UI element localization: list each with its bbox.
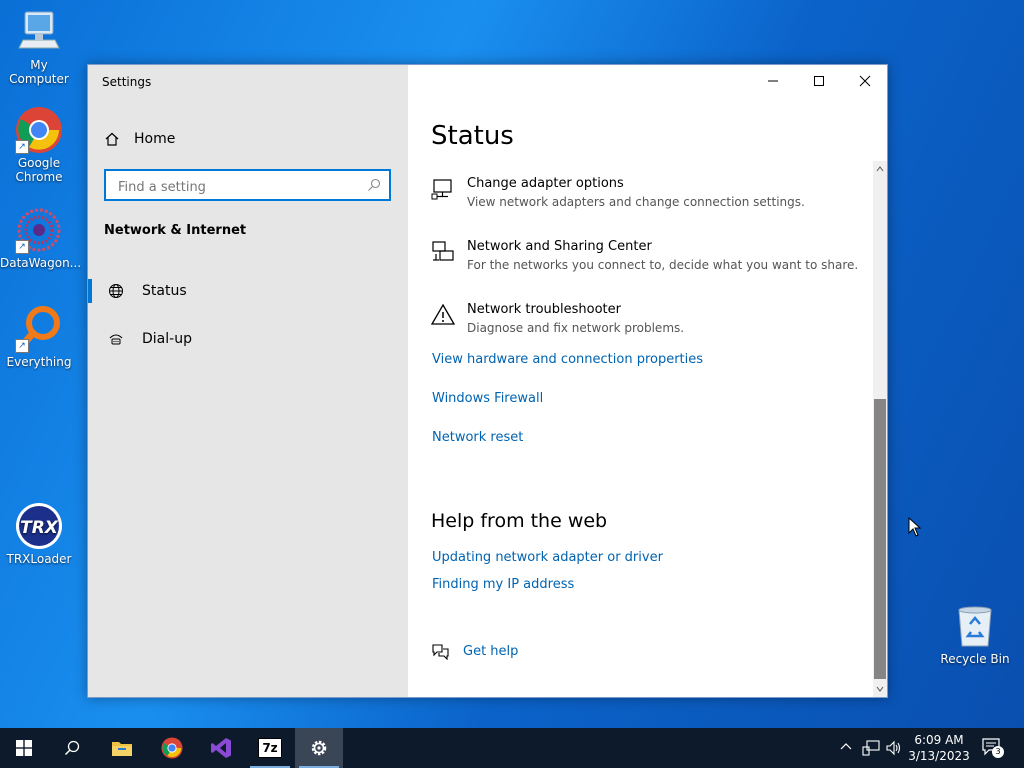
option-title: Network and Sharing Center <box>467 239 652 254</box>
volume-icon[interactable] <box>885 740 903 756</box>
page-title: Status <box>431 121 514 151</box>
option-description: Diagnose and fix network problems. <box>467 321 685 335</box>
get-help-label: Get help <box>463 643 519 659</box>
datawagon-icon: ↗ <box>15 206 63 254</box>
option-description: View network adapters and change connect… <box>467 195 805 209</box>
windows-firewall-link[interactable]: Windows Firewall <box>432 391 543 406</box>
nav-home-label: Home <box>134 131 176 147</box>
window-title: Settings <box>102 75 152 89</box>
network-reset-link[interactable]: Network reset <box>432 430 523 445</box>
chevron-down-icon <box>876 686 884 692</box>
desktop-icon-google-chrome[interactable]: ↗ Google Chrome <box>0 106 78 184</box>
globe-icon <box>109 284 123 298</box>
file-explorer-icon <box>112 742 132 756</box>
taskbar-clock[interactable]: 6:09 AM 3/13/2023 <box>904 732 974 764</box>
help-section-title: Help from the web <box>431 510 608 532</box>
desktop-icon-label: Recycle Bin <box>940 652 1010 666</box>
recycle-bin-icon <box>951 602 999 650</box>
sharing-center-icon <box>432 241 454 261</box>
desktop-icon-everything[interactable]: ↗ Everything <box>0 305 78 369</box>
chevron-up-icon <box>876 166 884 172</box>
mouse-cursor-icon <box>908 517 922 537</box>
notification-count-badge: 3 <box>992 746 1004 758</box>
nav-section-title: Network & Internet <box>104 223 247 238</box>
nav-home-button[interactable]: Home <box>104 127 394 151</box>
sidebar-item-dial-up[interactable]: Dial-up <box>88 320 408 358</box>
desktop-icon-label: Everything <box>6 355 72 369</box>
taskbar-file-explorer[interactable] <box>98 728 146 768</box>
search-box[interactable] <box>104 169 391 201</box>
computer-icon <box>15 8 63 56</box>
everything-search-icon: ↗ <box>15 305 63 353</box>
sidebar-item-status[interactable]: Status <box>88 272 408 310</box>
settings-content-pane: Status Change adapter options View netwo… <box>408 65 887 697</box>
desktop-icon-trxloader[interactable]: TRX TRXLoader <box>0 502 78 566</box>
updating-network-adapter-link[interactable]: Updating network adapter or driver <box>432 550 663 565</box>
warning-icon <box>430 303 456 325</box>
option-title: Change adapter options <box>467 176 624 191</box>
dial-up-icon <box>109 334 123 345</box>
search-input[interactable] <box>116 176 360 198</box>
chevron-up-icon[interactable] <box>839 740 853 754</box>
taskbar-7zip[interactable]: 7z <box>246 728 294 768</box>
windows-start-icon <box>16 740 32 756</box>
change-adapter-options-item[interactable]: Change adapter options View network adap… <box>431 175 861 212</box>
scrollbar-thumb[interactable] <box>874 399 886 679</box>
chrome-icon <box>161 737 183 759</box>
desktop-icon-label: My Computer <box>9 58 69 86</box>
taskbar-search-button[interactable] <box>48 728 96 768</box>
finding-ip-address-link[interactable]: Finding my IP address <box>432 577 574 592</box>
desktop-icon-datawagon[interactable]: ↗ DataWagon... <box>0 206 82 270</box>
start-button[interactable] <box>0 728 48 768</box>
action-center-button[interactable]: 3 <box>982 738 1004 758</box>
search-icon <box>368 178 381 191</box>
desktop-icon-label: DataWagon... <box>0 256 82 270</box>
get-help-icon <box>432 644 449 660</box>
clock-time: 6:09 AM <box>914 733 964 747</box>
option-title: Network troubleshooter <box>467 302 621 317</box>
settings-window: Settings Home Network & Internet <box>87 64 888 698</box>
desktop: My Computer ↗ Google Chrome ↗ DataWagon. <box>0 0 1024 728</box>
view-hardware-properties-link[interactable]: View hardware and connection properties <box>432 352 703 367</box>
settings-nav-pane: Settings Home Network & Internet <box>88 65 408 697</box>
visual-studio-icon <box>211 738 231 758</box>
get-help-link[interactable]: Get help <box>431 642 518 660</box>
network-sharing-center-item[interactable]: Network and Sharing Center For the netwo… <box>431 238 861 275</box>
chrome-icon: ↗ <box>15 106 63 154</box>
trxloader-icon: TRX <box>15 502 63 550</box>
7zip-icon: 7z <box>258 738 282 758</box>
scroll-down-button[interactable] <box>873 681 887 697</box>
network-icon[interactable] <box>862 740 880 756</box>
scroll-up-button[interactable] <box>873 161 887 177</box>
sidebar-item-label: Dial-up <box>142 331 192 347</box>
option-description: For the networks you connect to, decide … <box>467 258 859 272</box>
desktop-icon-recycle-bin[interactable]: Recycle Bin <box>936 602 1014 666</box>
clock-date: 3/13/2023 <box>908 749 970 763</box>
network-troubleshooter-item[interactable]: Network troubleshooter Diagnose and fix … <box>430 301 861 338</box>
shortcut-arrow-icon: ↗ <box>15 240 29 254</box>
taskbar: 7z 6:09 AM 3/13/2023 3 <box>0 728 1024 768</box>
sidebar-item-label: Status <box>142 283 187 299</box>
shortcut-arrow-icon: ↗ <box>15 339 29 353</box>
shortcut-arrow-icon: ↗ <box>15 140 29 154</box>
desktop-icon-my-computer[interactable]: My Computer <box>0 8 78 86</box>
desktop-icon-label: Google Chrome <box>15 156 63 184</box>
content-scrollbar[interactable] <box>873 161 887 697</box>
home-icon <box>105 132 119 146</box>
taskbar-visual-studio[interactable] <box>197 728 245 768</box>
7zip-icon-label: 7z <box>262 741 278 755</box>
search-icon <box>64 740 80 756</box>
desktop-icon-label: TRXLoader <box>6 552 72 566</box>
svg-text:TRX: TRX <box>20 518 59 538</box>
selection-indicator <box>88 279 92 303</box>
network-adapter-icon <box>431 179 452 200</box>
settings-gear-icon <box>311 740 327 756</box>
taskbar-settings[interactable] <box>295 728 343 768</box>
taskbar-chrome[interactable] <box>148 728 196 768</box>
